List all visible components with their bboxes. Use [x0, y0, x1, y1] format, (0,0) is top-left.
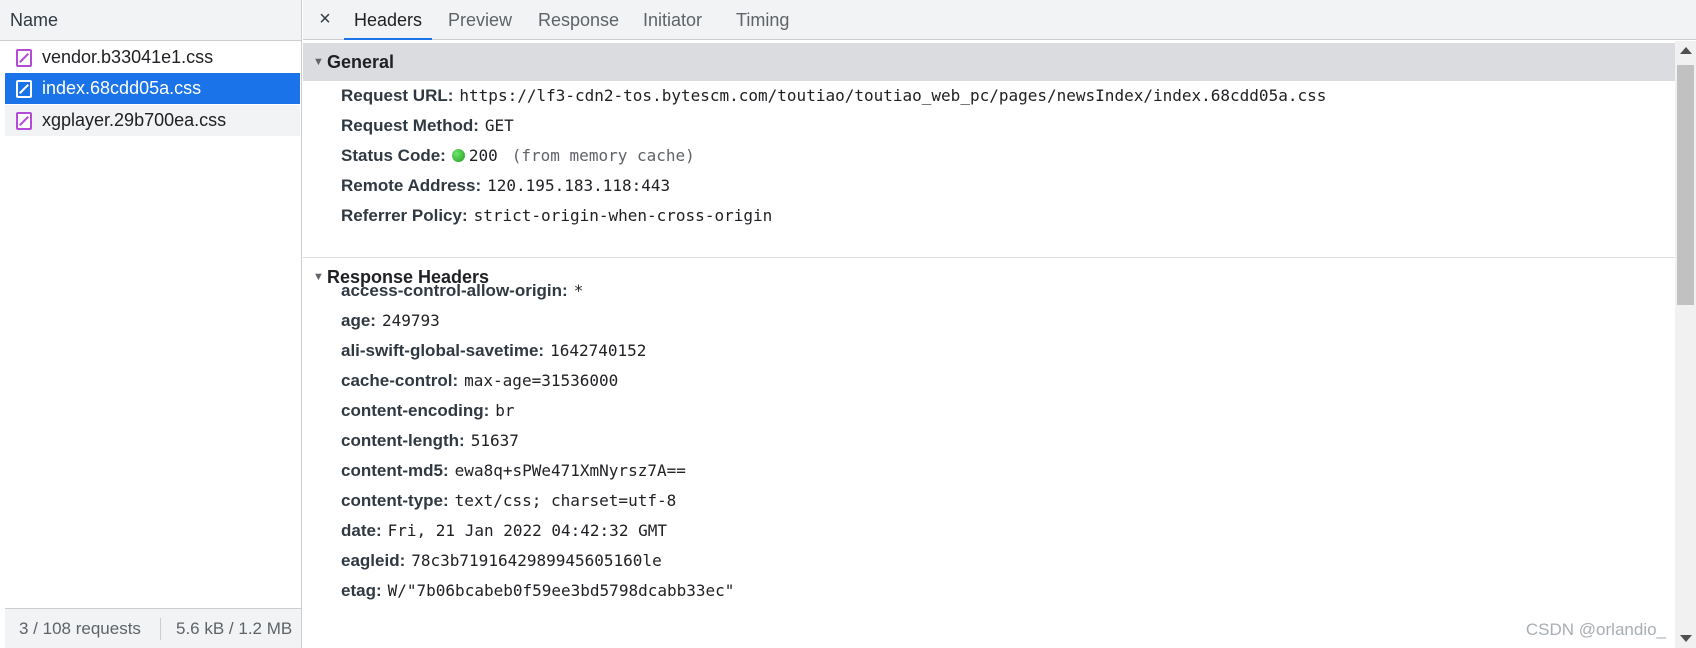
- response-header-row: date: Fri, 21 Jan 2022 04:42:32 GMT: [341, 516, 667, 546]
- header-key: Request Method:: [341, 116, 479, 135]
- close-icon[interactable]: ×: [313, 7, 337, 31]
- scroll-up-arrow-icon[interactable]: [1680, 47, 1692, 54]
- header-value: br: [495, 401, 515, 420]
- response-header-row: age: 249793: [341, 306, 440, 336]
- request-row-label: index.68cdd05a.css: [42, 78, 202, 98]
- general-request-method: Request Method: GET: [341, 111, 514, 141]
- header-value: W/"7b06bcabeb0f59ee3bd5798dcabb33ec": [387, 581, 735, 600]
- response-header-row: content-length: 51637: [341, 426, 519, 456]
- request-details-panel: × Headers Preview Response Initiator Tim…: [303, 0, 1696, 648]
- status-divider: [160, 618, 161, 640]
- response-header-row: eagleid: 78c3b7191642989945605160le: [341, 546, 662, 576]
- general-remote-address: Remote Address: 120.195.183.118:443: [341, 171, 670, 201]
- header-value: 120.195.183.118:443: [487, 176, 671, 195]
- tab-initiator[interactable]: Initiator: [633, 0, 712, 40]
- transfer-size: 5.6 kB / 1.2 MB: [176, 619, 293, 638]
- request-list-panel: Name vendor.b33041e1.css index.68cdd05a.…: [0, 0, 302, 648]
- general-referrer-policy: Referrer Policy: strict-origin-when-cross…: [341, 201, 772, 231]
- general-request-url: Request URL: https://lf3-cdn2-tos.bytescm…: [341, 81, 1326, 111]
- header-value: Fri, 21 Jan 2022 04:42:32 GMT: [387, 521, 667, 540]
- header-key: access-control-allow-origin:: [341, 281, 568, 300]
- response-header-row: ali-swift-global-savetime: 1642740152: [341, 336, 646, 366]
- tab-headers[interactable]: Headers: [344, 0, 433, 40]
- header-key: Remote Address:: [341, 176, 482, 195]
- header-key: date:: [341, 521, 382, 540]
- request-row-index-css[interactable]: index.68cdd05a.css: [5, 73, 300, 104]
- response-header-row: cache-control: max-age=31536000: [341, 366, 618, 396]
- header-key: content-length:: [341, 431, 465, 450]
- header-key: content-md5:: [341, 461, 449, 480]
- details-tabbar: × Headers Preview Response Initiator Tim…: [303, 0, 1696, 40]
- header-value: https://lf3-cdn2-tos.bytescm.com/toutiao…: [459, 86, 1327, 105]
- response-header-row: etag: W/"7b06bcabeb0f59ee3bd5798dcabb33ec…: [341, 576, 734, 606]
- response-header-row: content-type: text/css; charset=utf-8: [341, 486, 676, 516]
- header-key: Status Code:: [341, 146, 446, 165]
- tab-response[interactable]: Response: [528, 0, 629, 40]
- header-value: 1642740152: [550, 341, 647, 360]
- header-value: 200: [468, 146, 498, 165]
- request-row-xgplayer-css[interactable]: xgplayer.29b700ea.css: [5, 105, 300, 136]
- css-file-icon: [16, 80, 32, 98]
- general-status-code: Status Code: 200 (from memory cache): [341, 141, 695, 171]
- request-row-label: xgplayer.29b700ea.css: [42, 110, 227, 130]
- headers-content: ▼ General Request URL: https://lf3-cdn2-t…: [303, 41, 1675, 648]
- scroll-down-arrow-icon[interactable]: [1680, 635, 1692, 642]
- watermark: CSDN @orlandio_: [1525, 620, 1666, 639]
- header-value: strict-origin-when-cross-origin: [473, 206, 773, 225]
- header-key: ali-swift-global-savetime:: [341, 341, 545, 360]
- tab-timing[interactable]: Timing: [726, 0, 799, 40]
- header-value: ewa8q+sPWe471XmNyrsz7A==: [454, 461, 686, 480]
- expand-triangle-icon: ▼: [313, 56, 324, 68]
- response-header-row: content-encoding: br: [341, 396, 515, 426]
- summary-status-bar: 3 / 108 requests 5.6 kB / 1.2 MB: [5, 608, 301, 648]
- name-column-header[interactable]: Name: [0, 0, 301, 41]
- header-key: age:: [341, 311, 376, 330]
- expand-triangle-icon: ▼: [313, 271, 324, 283]
- header-key: Request URL:: [341, 86, 454, 105]
- header-value: text/css; charset=utf-8: [454, 491, 677, 510]
- header-key: content-encoding:: [341, 401, 490, 420]
- request-row-vendor-css[interactable]: vendor.b33041e1.css: [5, 42, 300, 73]
- header-value: max-age=31536000: [464, 371, 619, 390]
- status-note: (from memory cache): [511, 146, 695, 165]
- header-value: *: [573, 281, 584, 300]
- section-title: General: [327, 52, 395, 72]
- header-key: cache-control:: [341, 371, 459, 390]
- response-header-row: content-md5: ewa8q+sPWe471XmNyrsz7A==: [341, 456, 686, 486]
- header-key: Referrer Policy:: [341, 206, 468, 225]
- header-key: eagleid:: [341, 551, 406, 570]
- css-file-icon: [16, 112, 32, 130]
- css-file-icon: [16, 49, 32, 67]
- vertical-scrollbar[interactable]: [1675, 41, 1696, 648]
- scrollbar-thumb[interactable]: [1677, 65, 1694, 305]
- header-value: GET: [484, 116, 514, 135]
- header-key: etag:: [341, 581, 382, 600]
- request-row-label: vendor.b33041e1.css: [42, 47, 214, 67]
- header-value: 249793: [381, 311, 440, 330]
- request-count: 3 / 108 requests: [19, 619, 141, 638]
- header-key: content-type:: [341, 491, 449, 510]
- tab-preview[interactable]: Preview: [438, 0, 522, 40]
- header-value: 51637: [470, 431, 519, 450]
- general-section-header[interactable]: ▼ General: [303, 43, 1675, 81]
- status-ok-icon: [451, 149, 465, 162]
- header-value: 78c3b7191642989945605160le: [411, 551, 662, 570]
- response-header-row: access-control-allow-origin: *: [341, 276, 583, 306]
